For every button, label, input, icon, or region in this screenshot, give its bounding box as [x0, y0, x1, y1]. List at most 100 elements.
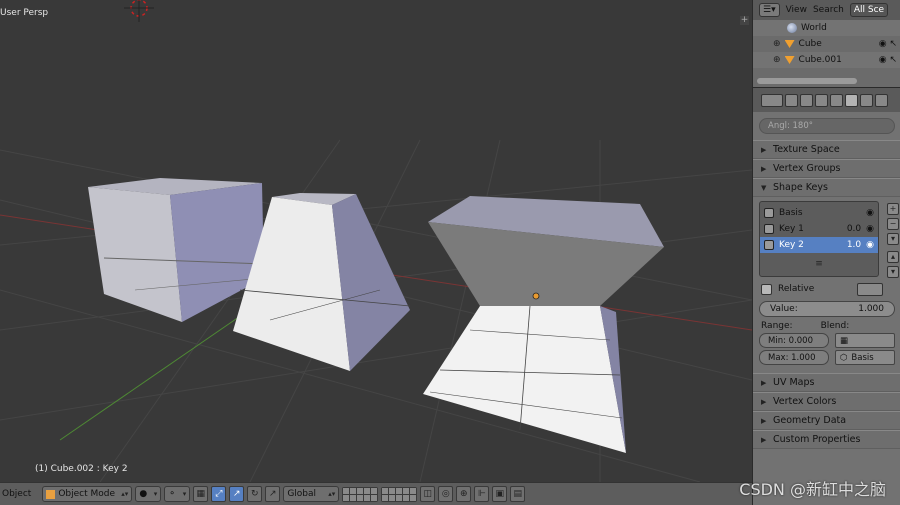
shape-key-icon: ⬡	[840, 352, 848, 363]
shape-key-value[interactable]: 1.0	[841, 240, 861, 250]
world-tab-icon[interactable]	[815, 93, 828, 107]
mesh-object-icon	[784, 40, 795, 48]
vertex-colors-panel[interactable]: ▶ Vertex Colors	[753, 392, 900, 411]
proportional-edit-icon[interactable]: ◎	[438, 486, 454, 502]
outliner-row-label: Cube	[798, 39, 822, 49]
list-side-buttons: + − ▾ ▴ ▾	[887, 203, 900, 281]
outliner-row-cube[interactable]: ⊕ Cube ◉ ↖	[753, 36, 900, 52]
object-menu[interactable]: Object	[2, 489, 31, 499]
shape-key-list[interactable]: Basis ◉ Key 1 0.0 ◉ Key 2 1.0 ◉ ≡	[759, 201, 879, 277]
modifiers-tab-icon[interactable]	[875, 93, 888, 107]
panel-title: UV Maps	[773, 377, 815, 388]
shading-dropdown[interactable]: ● ▾	[135, 486, 162, 502]
max-field[interactable]: Max: 1.000	[759, 350, 829, 365]
eye-icon[interactable]: ◉	[866, 208, 874, 218]
list-resize-handle[interactable]: ≡	[760, 253, 878, 275]
shape-key-name: Key 1	[779, 224, 804, 234]
orientation-dropdown[interactable]: Global ▴▾	[283, 486, 340, 502]
properties-header	[753, 88, 900, 112]
add-icon[interactable]: +	[887, 203, 899, 215]
render-icon[interactable]: ▣	[492, 486, 508, 502]
eye-icon[interactable]: ◉ ↖	[879, 55, 897, 65]
panel-title: Vertex Groups	[773, 163, 841, 174]
texture-space-panel[interactable]: ▶ Texture Space	[753, 140, 900, 159]
eye-icon[interactable]: ◉ ↖	[879, 39, 897, 49]
scene-tab-icon[interactable]	[800, 93, 813, 107]
angle-field[interactable]: Angl: 180°	[759, 118, 895, 134]
expand-arrow-icon: ▶	[761, 164, 767, 173]
outliner-scrollbar[interactable]	[757, 78, 857, 84]
custom-properties-panel[interactable]: ▶ Custom Properties	[753, 430, 900, 449]
expand-arrow-icon: ▶	[761, 397, 767, 406]
3d-viewport[interactable]: User Persp (1) Cube.002 : Key 2 +	[0, 0, 752, 482]
shape-keys-panel[interactable]: ▼ Shape Keys	[753, 178, 900, 197]
relative-checkbox[interactable]	[761, 283, 772, 295]
expand-icon[interactable]: ⊕	[773, 39, 781, 49]
limit-selection-icon[interactable]: ▦	[193, 486, 209, 502]
editor-type-icon[interactable]: ☰▾	[759, 3, 780, 17]
geometry-data-panel[interactable]: ▶ Geometry Data	[753, 411, 900, 430]
specials-icon[interactable]: ▾	[887, 233, 899, 245]
shape-key-icon	[764, 224, 774, 234]
list-item[interactable]: Key 1 0.0 ◉	[760, 221, 878, 237]
lock-layers-icon[interactable]: ◫	[420, 486, 436, 502]
range-label: Range:	[761, 321, 793, 331]
object-origin-dot	[532, 292, 540, 300]
move-up-icon[interactable]: ▴	[887, 251, 899, 263]
layers-grid-2[interactable]	[381, 486, 418, 502]
render-anim-icon[interactable]: ▤	[510, 486, 526, 502]
move-down-icon[interactable]: ▾	[887, 266, 899, 278]
value-number: 1.000	[858, 304, 884, 314]
list-item[interactable]: Basis ◉	[760, 205, 878, 221]
data-tab-icon[interactable]	[845, 93, 858, 107]
min-value: 0.000	[788, 335, 813, 346]
constraints-tab-icon[interactable]	[860, 93, 873, 107]
outliner-row-cube-001[interactable]: ⊕ Cube.001 ◉ ↖	[753, 52, 900, 68]
list-item-selected[interactable]: Key 2 1.0 ◉	[760, 237, 878, 253]
watermark: CSDN @新缸中之脑	[739, 480, 886, 499]
translate-manipulator-icon[interactable]: ↗	[229, 486, 245, 502]
relative-key-field[interactable]: ⬡ Basis	[835, 350, 895, 365]
pivot-icon: ⚬	[168, 489, 176, 499]
snap-element-icon[interactable]: ⊩	[474, 486, 490, 502]
mode-dropdown[interactable]: Object Mode ▴▾	[42, 486, 133, 502]
blend-target: Basis	[851, 352, 874, 363]
manipulator-toggle-icon[interactable]: ⤢	[211, 486, 227, 502]
outliner-row-world[interactable]: World	[753, 20, 900, 36]
plus-icon[interactable]: +	[740, 16, 749, 25]
object-tab-icon[interactable]	[830, 93, 843, 107]
editor-type-icon[interactable]	[761, 93, 783, 107]
uv-maps-panel[interactable]: ▶ UV Maps	[753, 373, 900, 392]
vertex-groups-panel[interactable]: ▶ Vertex Groups	[753, 159, 900, 178]
expand-arrow-icon: ▶	[761, 378, 767, 387]
pivot-dropdown[interactable]: ⚬ ▾	[164, 486, 191, 502]
outliner[interactable]: ☰▾ View Search All Sce World ⊕ Cube ◉ ↖ …	[753, 0, 900, 88]
expand-icon[interactable]: ⊕	[773, 55, 781, 65]
display-mode-dropdown[interactable]: All Sce	[849, 3, 889, 17]
eye-icon[interactable]: ◉	[866, 240, 874, 250]
expand-arrow-icon: ▶	[761, 416, 767, 425]
shape-key-value[interactable]: 0.0	[841, 224, 861, 234]
vertex-group-field[interactable]: ▦	[835, 333, 895, 348]
active-object-label: (1) Cube.002 : Key 2	[35, 464, 128, 474]
shape-key-icon	[764, 240, 774, 250]
scale-manipulator-icon[interactable]: ↗	[265, 486, 281, 502]
expand-arrow-icon: ▶	[761, 435, 767, 444]
vertex-group-icon: ▦	[840, 335, 849, 346]
rotate-manipulator-icon[interactable]: ↻	[247, 486, 263, 502]
render-tab-icon[interactable]	[785, 93, 798, 107]
search-menu[interactable]: Search	[813, 5, 844, 15]
3d-cursor-icon	[124, 0, 154, 22]
snap-toggle-icon[interactable]: ⊕	[456, 486, 472, 502]
eye-icon[interactable]: ◉	[866, 224, 874, 234]
remove-icon[interactable]: −	[887, 218, 899, 230]
layers-grid-1[interactable]	[342, 486, 379, 502]
panel-title: Geometry Data	[773, 415, 847, 426]
solid-shading-icon: ●	[139, 489, 148, 499]
min-field[interactable]: Min: 0.000	[759, 333, 829, 348]
pin-icon[interactable]	[857, 282, 883, 296]
viewport-canvas[interactable]	[0, 0, 752, 482]
value-label: Value:	[770, 304, 798, 314]
value-slider[interactable]: Value: 1.000	[759, 301, 895, 317]
view-menu[interactable]: View	[786, 5, 807, 15]
